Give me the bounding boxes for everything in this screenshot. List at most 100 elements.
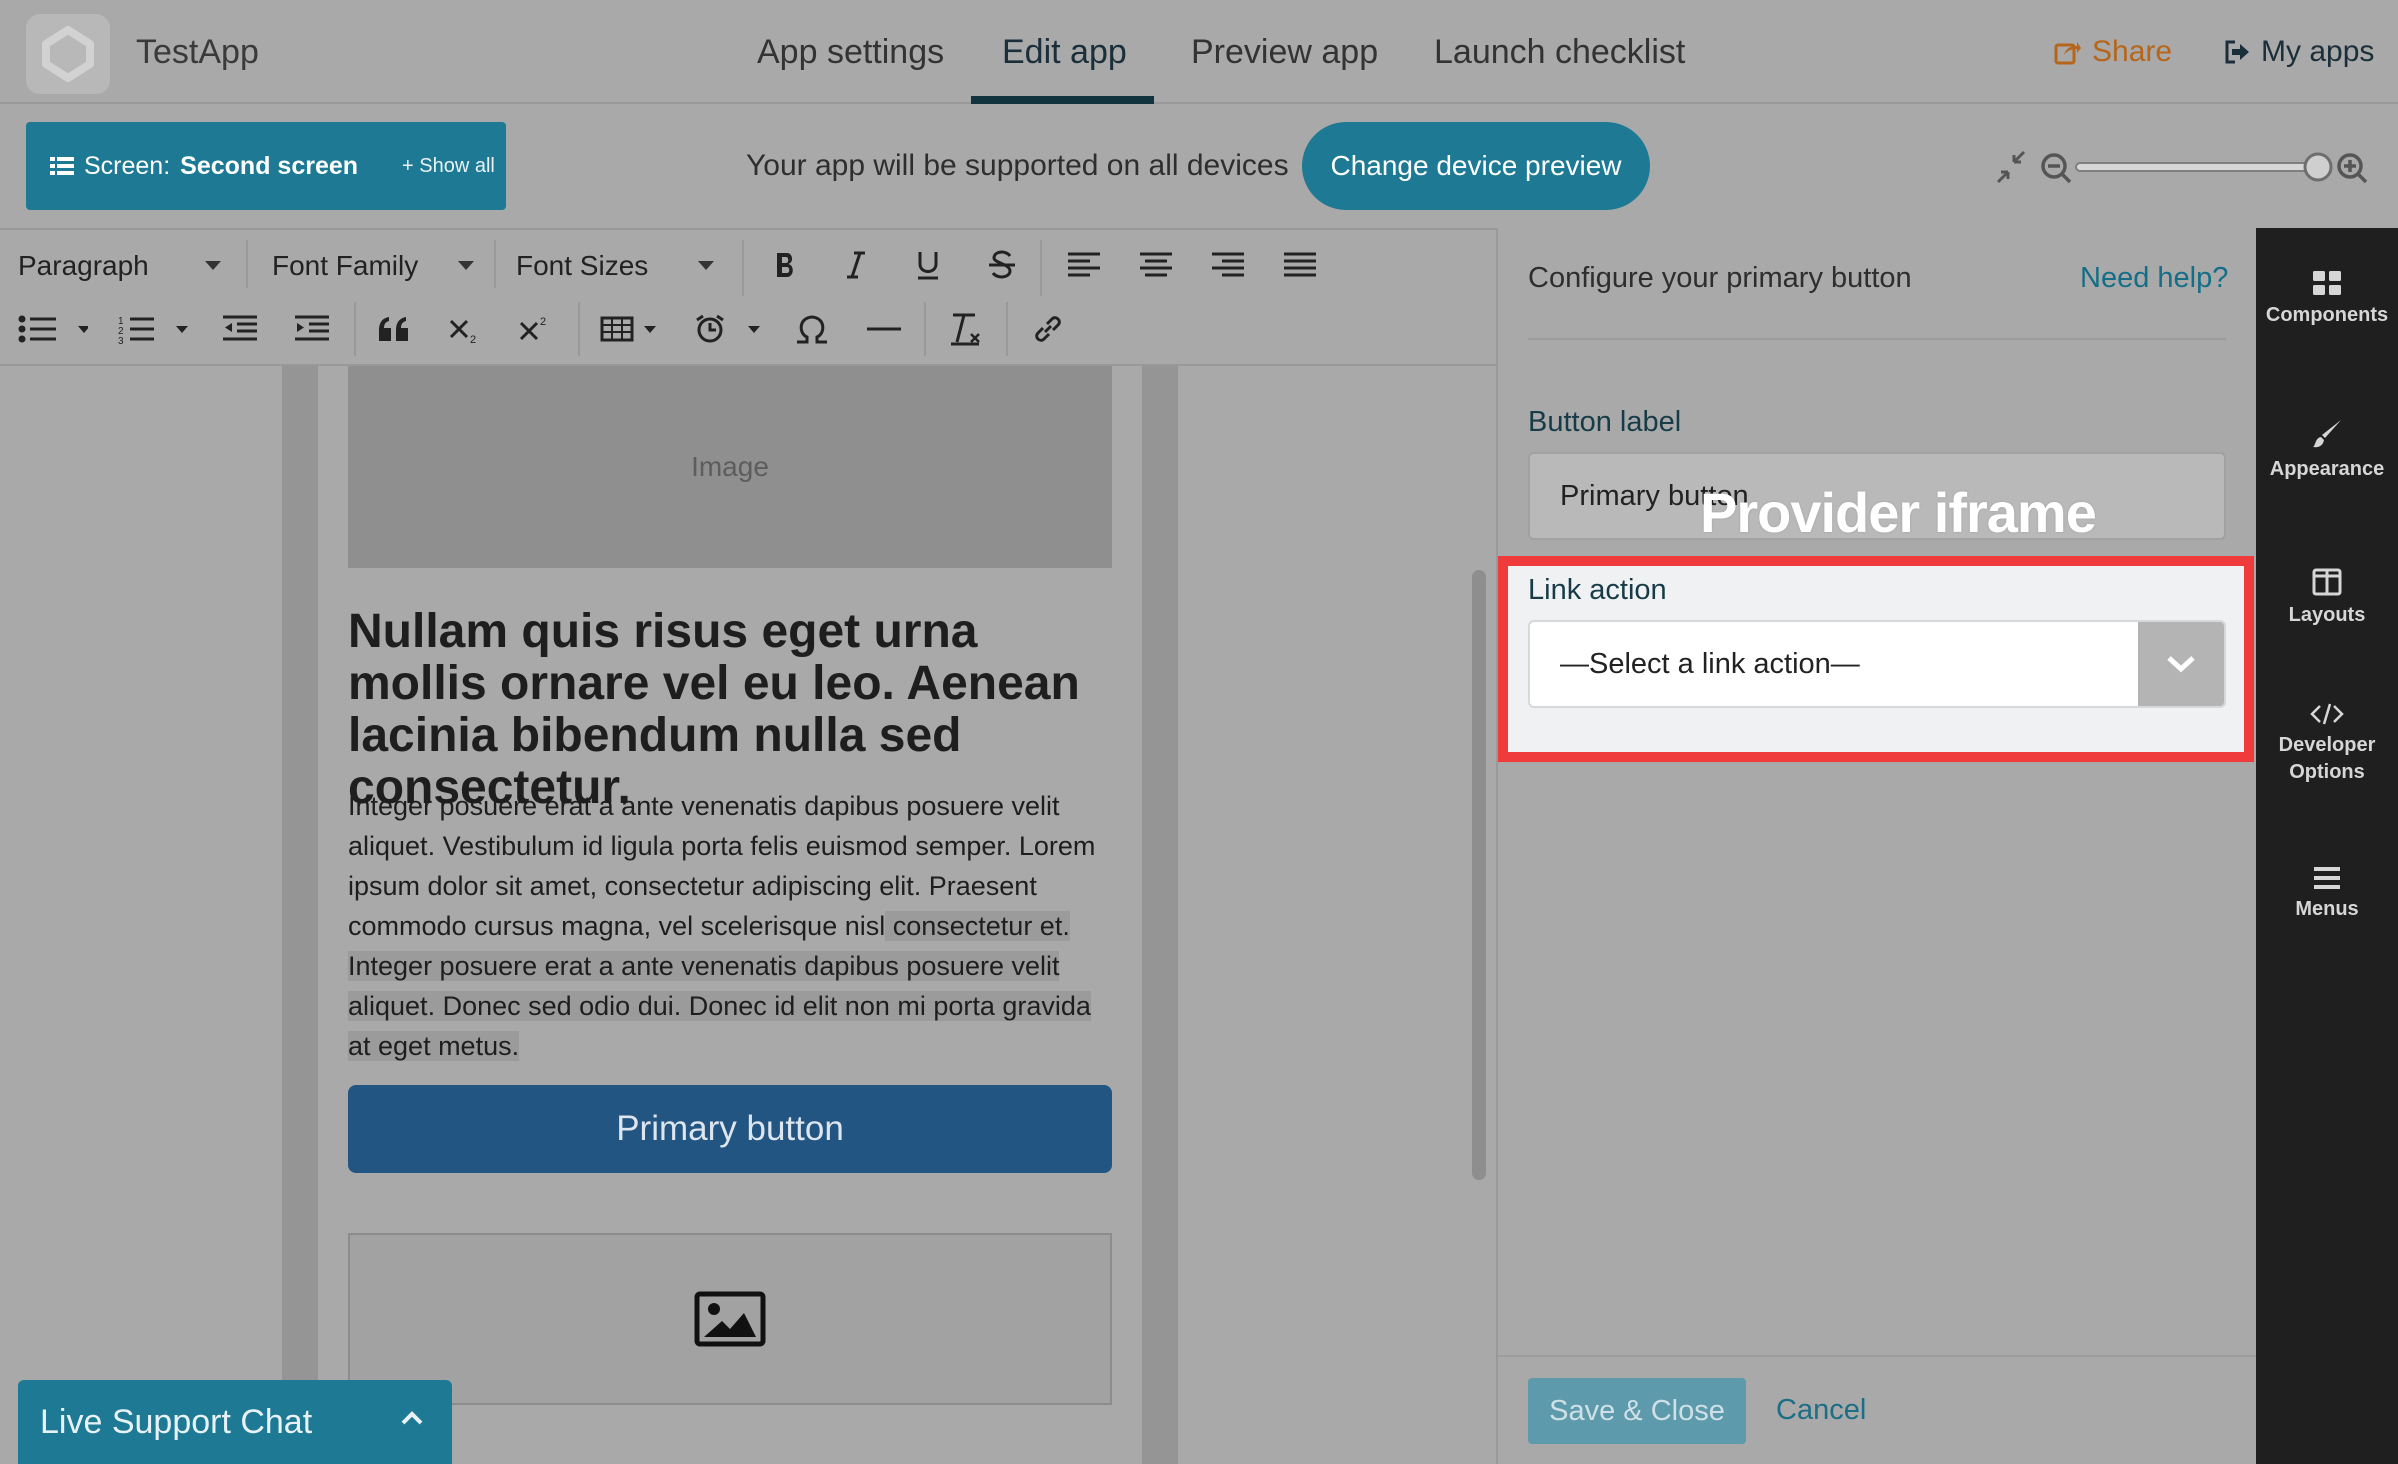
- zoom-in-icon[interactable]: [2337, 153, 2368, 184]
- show-all-link[interactable]: + Show all: [402, 155, 495, 178]
- align-center-button[interactable]: [1136, 240, 1176, 290]
- numbered-list-button[interactable]: 1 2 3: [118, 304, 194, 354]
- font-sizes-select-label: Font Sizes: [516, 250, 649, 281]
- horizontal-rule-button[interactable]: [864, 304, 904, 354]
- align-right-icon: [1212, 252, 1244, 277]
- cancel-button[interactable]: Cancel: [1776, 1390, 1866, 1430]
- align-right-button[interactable]: [1208, 240, 1248, 290]
- blockquote-button[interactable]: [374, 304, 414, 354]
- zoom-slider-handle[interactable]: [2303, 152, 2333, 182]
- my-apps-button[interactable]: My apps: [2223, 32, 2374, 72]
- indent-icon: [295, 315, 329, 341]
- omega-icon: [797, 315, 827, 344]
- provider-iframe-label: Provider iframe: [1700, 481, 2097, 544]
- panel-title: Configure your primary button: [1528, 262, 1912, 294]
- font-family-select-label: Font Family: [272, 250, 419, 281]
- clock-button[interactable]: [692, 304, 768, 354]
- code-icon: [2310, 703, 2344, 725]
- live-chat-label: Live Support Chat: [40, 1402, 313, 1441]
- hamburger-icon: [2314, 867, 2340, 889]
- need-help-link[interactable]: Need help?: [2080, 258, 2228, 298]
- clear-format-icon: [951, 313, 980, 346]
- device-support-text: Your app will be supported on all device…: [746, 149, 1289, 182]
- bullet-list-button[interactable]: [18, 304, 88, 354]
- svg-text:2: 2: [540, 316, 546, 328]
- superscript-button[interactable]: 2: [514, 304, 554, 354]
- save-close-button[interactable]: Save & Close: [1528, 1378, 1746, 1444]
- sidebar-item-menus[interactable]: Menus: [2256, 866, 2398, 923]
- tab-preview-app[interactable]: Preview app: [1191, 30, 1378, 74]
- image-component[interactable]: Image: [348, 366, 1112, 568]
- align-left-icon: [1068, 252, 1100, 277]
- canvas-scrollbar[interactable]: [1472, 570, 1486, 1180]
- sidebar-item-label: Components: [2265, 304, 2389, 326]
- sidebar-item-appearance[interactable]: Appearance: [2256, 418, 2398, 483]
- strikethrough-button[interactable]: [982, 240, 1022, 290]
- sidebar-item-label: Appearance: [2269, 458, 2385, 480]
- paragraph-select[interactable]: Paragraph: [18, 246, 221, 286]
- alarm-clock-icon: [696, 314, 760, 343]
- zoom-slider-track[interactable]: [2075, 162, 2319, 172]
- indent-button[interactable]: [292, 304, 332, 354]
- link-action-title: Link action: [1528, 574, 1667, 606]
- align-left-button[interactable]: [1064, 240, 1104, 290]
- font-sizes-select[interactable]: Font Sizes: [516, 246, 715, 286]
- caret-down-icon: [204, 261, 221, 270]
- change-device-preview-button[interactable]: Change device preview: [1302, 122, 1650, 210]
- subscript-button[interactable]: 2: [444, 304, 484, 354]
- share-icon: [2054, 42, 2081, 65]
- sidebar-item-components[interactable]: Components: [2256, 270, 2398, 329]
- brush-icon: [2313, 420, 2341, 448]
- svg-text:3: 3: [118, 336, 124, 344]
- image-placeholder-component[interactable]: [348, 1233, 1112, 1405]
- active-tab-indicator: [971, 96, 1154, 104]
- numbered-list-icon: 1 2 3: [118, 316, 188, 344]
- panel-divider: [1528, 338, 2226, 340]
- primary-button-component[interactable]: Primary button: [348, 1085, 1112, 1173]
- caret-down-icon: [458, 261, 475, 270]
- app-name: TestApp: [136, 33, 259, 71]
- italic-button[interactable]: [836, 240, 876, 290]
- svg-text:2: 2: [470, 334, 476, 343]
- font-family-select[interactable]: Font Family: [272, 246, 475, 286]
- logo-icon: [42, 26, 94, 82]
- underline-icon: [918, 252, 938, 280]
- bold-icon: [777, 253, 793, 277]
- table-button[interactable]: [600, 304, 662, 354]
- sidebar-item-developer-options[interactable]: Developer Options: [2256, 702, 2398, 786]
- collapse-icon[interactable]: [1996, 150, 2026, 184]
- tab-app-settings[interactable]: App settings: [757, 30, 944, 74]
- select-toggle[interactable]: [2138, 622, 2224, 706]
- zoom-out-icon[interactable]: [2041, 153, 2072, 184]
- screen-name: Second screen: [180, 151, 359, 180]
- quote-icon: [379, 317, 408, 341]
- bold-button[interactable]: [766, 240, 806, 290]
- link-icon: [1035, 316, 1061, 342]
- superscript-icon: 2: [519, 316, 546, 341]
- link-action-select[interactable]: —Select a link action—: [1528, 620, 2226, 708]
- tab-launch-checklist[interactable]: Launch checklist: [1434, 30, 1685, 74]
- clear-formatting-button[interactable]: [946, 304, 986, 354]
- my-apps-label: My apps: [2261, 35, 2375, 68]
- justify-button[interactable]: [1280, 240, 1320, 290]
- sign-out-icon: [2225, 40, 2249, 64]
- underline-button[interactable]: [908, 240, 948, 290]
- chevron-up-icon: [401, 1411, 423, 1425]
- sidebar-item-layouts[interactable]: Layouts: [2256, 568, 2398, 629]
- align-center-icon: [1140, 252, 1172, 277]
- share-button[interactable]: Share: [2054, 32, 2172, 72]
- outdent-button[interactable]: [220, 304, 260, 354]
- share-label: Share: [2092, 35, 2173, 68]
- bullet-list-icon: [18, 315, 88, 343]
- content-heading[interactable]: Nullam quis risus eget urna mollis ornar…: [348, 606, 1118, 814]
- tab-edit-app[interactable]: Edit app: [1002, 30, 1127, 74]
- horizontal-rule-icon: [867, 327, 901, 331]
- strikethrough-icon: [989, 250, 1015, 279]
- content-paragraph[interactable]: Integer posuere erat a ante venenatis da…: [348, 786, 1118, 1066]
- screen-selector-button[interactable]: Screen: Second screen + Show all: [26, 122, 506, 210]
- live-support-chat-widget[interactable]: Live Support Chat: [18, 1380, 452, 1464]
- link-button[interactable]: [1028, 304, 1068, 354]
- app-logo[interactable]: [26, 14, 110, 94]
- subscript-icon: 2: [449, 319, 476, 343]
- special-character-button[interactable]: [792, 304, 832, 354]
